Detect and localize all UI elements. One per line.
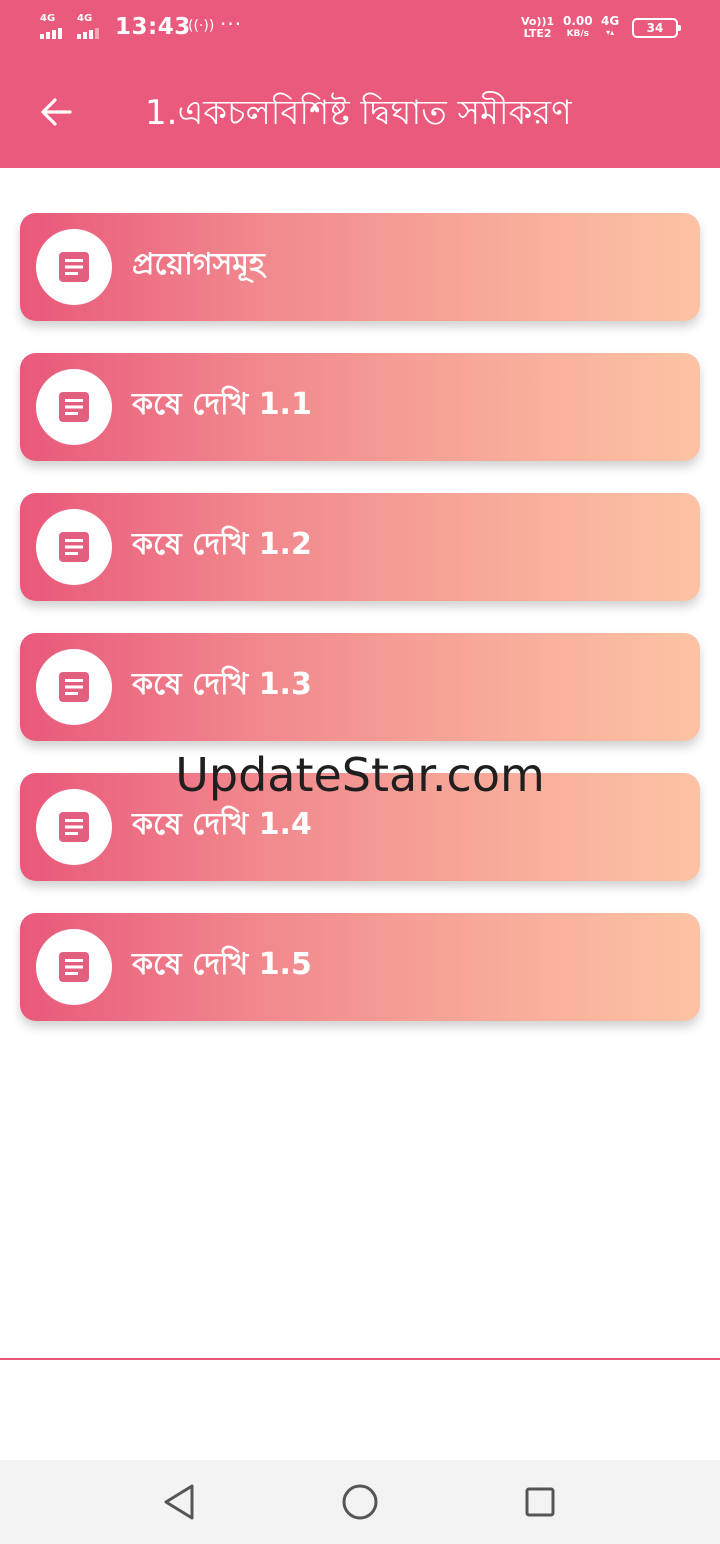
more-notifications-icon: ··· — [220, 12, 243, 36]
document-icon — [59, 952, 89, 982]
list-item-applications[interactable]: প্রয়োগসমূহ — [20, 213, 700, 321]
speed-value: 0.00 — [563, 14, 593, 28]
document-icon-circle — [36, 509, 112, 585]
status-bar: 4G 4G 13:43 ((·)) ··· Vo))1 LTE2 0.00 KB… — [0, 0, 720, 58]
volte-bottom: LTE2 — [523, 27, 552, 40]
document-icon — [59, 392, 89, 422]
nav-recents-button[interactable] — [516, 1478, 564, 1526]
divider — [0, 1358, 720, 1360]
volte-indicator: Vo))1 LTE2 — [521, 16, 554, 40]
hotspot-icon: ((·)) — [188, 18, 215, 34]
back-button[interactable] — [20, 76, 92, 148]
chapter-list: প্রয়োগসমূহ কষে দেখি 1.1 কষে দেখি 1.2 কষ… — [20, 213, 700, 1053]
header: 4G 4G 13:43 ((·)) ··· Vo))1 LTE2 0.00 KB… — [0, 0, 720, 168]
list-item-exercise-1-2[interactable]: কষে দেখি 1.2 — [20, 493, 700, 601]
network-speed: 0.00 KB/s — [563, 15, 593, 41]
document-icon-circle — [36, 649, 112, 725]
speed-unit: KB/s — [566, 29, 590, 39]
list-item-label: কষে দেখি 1.5 — [132, 947, 312, 982]
list-item-exercise-1-1[interactable]: কষে দেখি 1.1 — [20, 353, 700, 461]
document-icon — [59, 252, 89, 282]
list-item-label: কষে দেখি 1.3 — [132, 667, 312, 702]
sim2-signal-icon: 4G — [77, 14, 109, 40]
system-nav-bar — [0, 1460, 720, 1544]
document-icon — [59, 812, 89, 842]
document-icon — [59, 672, 89, 702]
screen: 4G 4G 13:43 ((·)) ··· Vo))1 LTE2 0.00 KB… — [0, 0, 720, 1544]
nav-back-button[interactable] — [154, 1478, 202, 1526]
clock: 13:43 — [115, 14, 191, 40]
battery-level: 34 — [646, 21, 664, 35]
app-bar: 1.একচলবিশিষ্ট দ্বিঘাত সমীকরণ — [0, 58, 720, 168]
sim1-network-label: 4G — [40, 13, 56, 24]
document-icon — [59, 532, 89, 562]
recents-square-icon — [525, 1487, 555, 1517]
back-triangle-icon — [164, 1484, 194, 1520]
document-icon-circle — [36, 929, 112, 1005]
data-network-icon: 4G ▾▴ — [601, 14, 620, 37]
nav-home-button[interactable] — [336, 1478, 384, 1526]
data-network-label: 4G — [601, 14, 620, 28]
list-item-exercise-1-3[interactable]: কষে দেখি 1.3 — [20, 633, 700, 741]
list-item-label: কষে দেখি 1.4 — [132, 807, 312, 842]
battery-icon: 34 — [632, 18, 681, 38]
list-item-label: কষে দেখি 1.1 — [132, 387, 312, 422]
home-circle-icon — [342, 1484, 378, 1520]
sim2-network-label: 4G — [77, 13, 93, 24]
list-item-exercise-1-5[interactable]: কষে দেখি 1.5 — [20, 913, 700, 1021]
page-title: 1.একচলবিশিষ্ট দ্বিঘাত সমীকরণ — [145, 93, 572, 133]
document-icon-circle — [36, 229, 112, 305]
arrow-left-icon — [41, 98, 72, 126]
list-item-exercise-1-4[interactable]: কষে দেখি 1.4 — [20, 773, 700, 881]
list-item-label: কষে দেখি 1.2 — [132, 527, 312, 562]
list-item-label: প্রয়োগসমূহ — [132, 247, 265, 282]
document-icon-circle — [36, 369, 112, 445]
document-icon-circle — [36, 789, 112, 865]
sim1-signal-icon: 4G — [40, 14, 72, 40]
